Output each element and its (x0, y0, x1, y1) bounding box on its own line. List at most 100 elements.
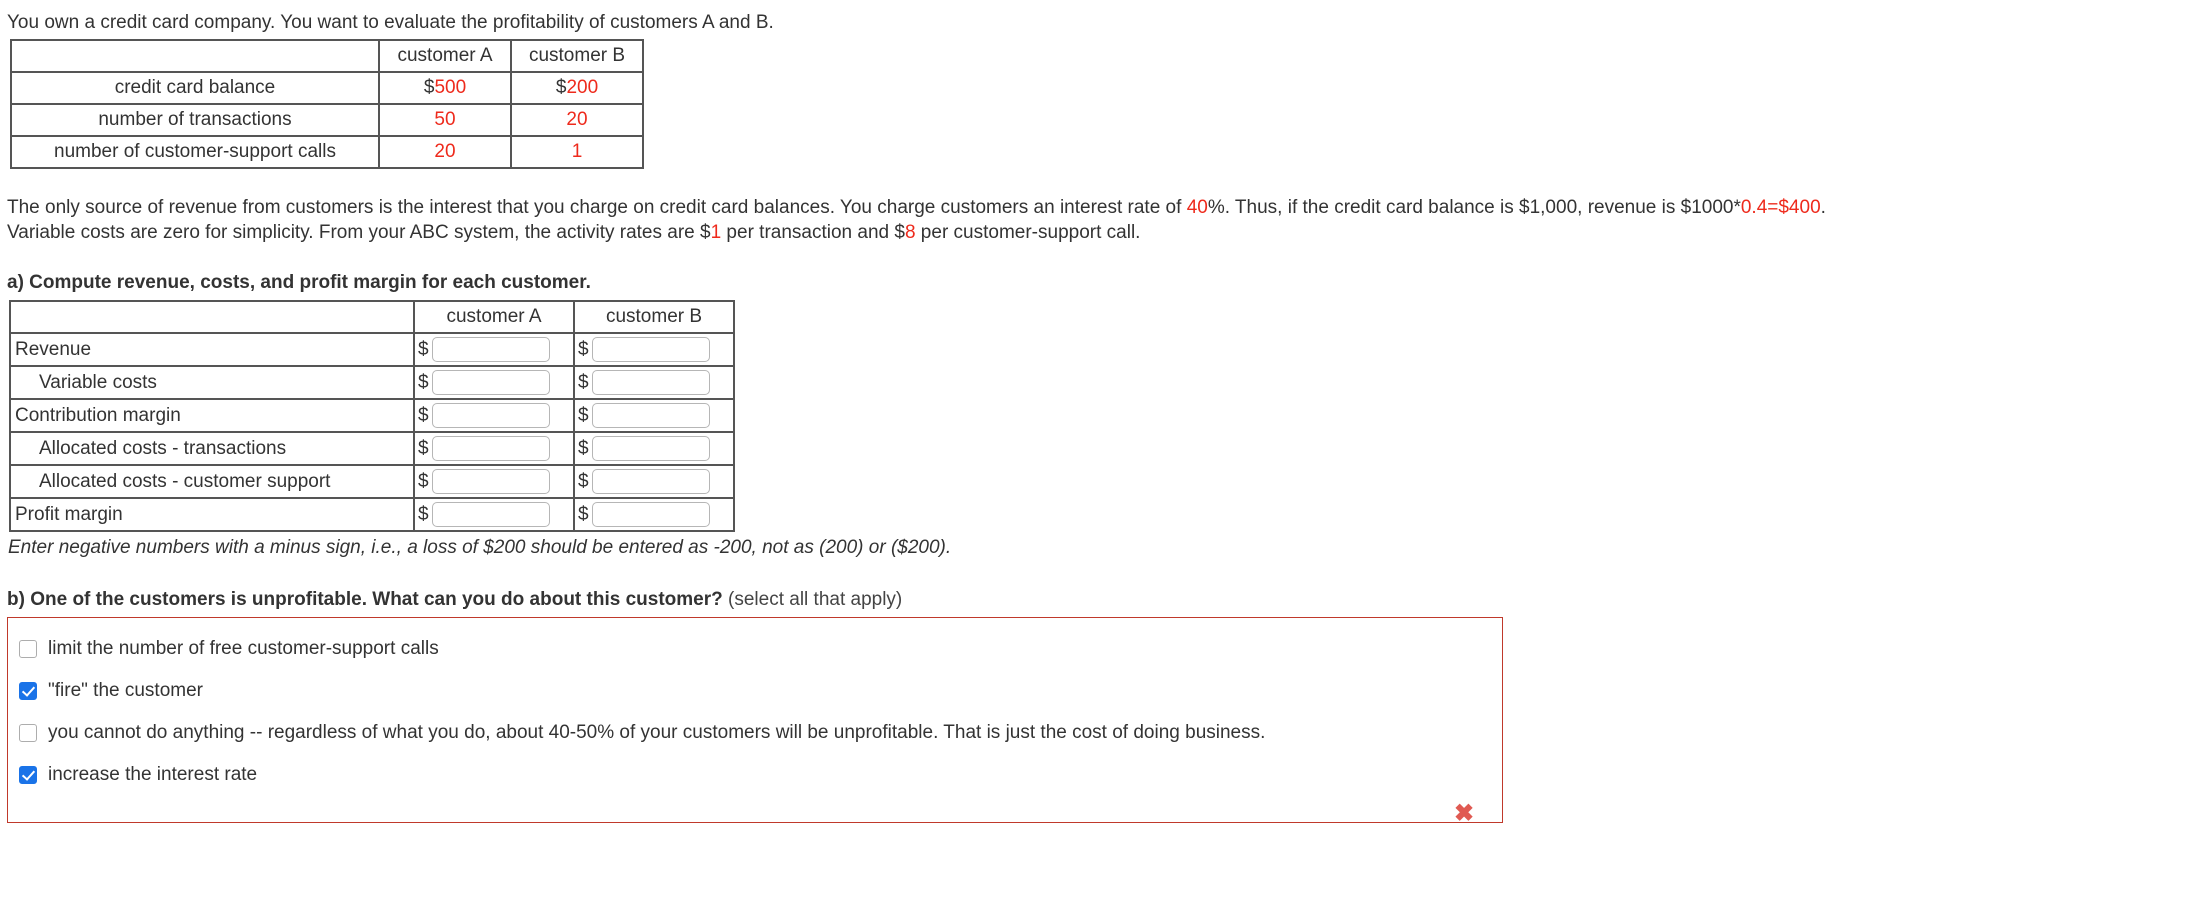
dollar-sign: $ (418, 405, 429, 426)
worksheet-page: You own a credit card company. You want … (0, 0, 2204, 827)
input-allocated-support-customer-b[interactable] (591, 469, 710, 494)
para-segment-2: %. Thus, if the credit card balance is $… (1207, 197, 1741, 218)
checkbox-fire-customer[interactable] (19, 682, 37, 700)
dollar-sign: $ (418, 372, 429, 393)
given-header-customer-b: customer B (511, 40, 643, 72)
negative-number-note: Enter negative numbers with a minus sign… (8, 537, 952, 558)
input-profit-margin-customer-b[interactable] (591, 502, 710, 527)
option-label-cannot-do-anything: you cannot do anything -- regardless of … (48, 722, 1266, 743)
input-contribution-margin-customer-b[interactable] (591, 403, 710, 428)
answer-cell-contribution-margin-b: $ (574, 399, 734, 432)
given-cell-transactions-a: 50 (379, 104, 511, 136)
value: 20 (566, 109, 588, 130)
transaction-rate-value: 1 (710, 222, 722, 243)
given-cell-support-calls-a: 20 (379, 136, 511, 168)
given-cell-transactions-b: 20 (511, 104, 643, 136)
answer-header-customer-a: customer A (414, 301, 574, 333)
question-a-heading: a) Compute revenue, costs, and profit ma… (7, 272, 591, 293)
dollar-sign: $ (578, 438, 589, 459)
incorrect-x-icon: ✖ (1453, 800, 1475, 827)
para-segment-5: per transaction and $ (721, 222, 905, 243)
input-variable-costs-customer-b[interactable] (591, 370, 710, 395)
value: 50 (434, 109, 456, 130)
answer-cell-revenue-b: $ (574, 333, 734, 366)
checkbox-limit-support-calls[interactable] (19, 640, 37, 658)
given-cell-balance-b: $200 (511, 72, 643, 104)
dollar-prefix: $ (423, 77, 435, 98)
given-cell-support-calls-b: 1 (511, 136, 643, 168)
answer-options-box: limit the number of free customer-suppor… (7, 617, 1503, 827)
option-row-limit-support-calls[interactable]: limit the number of free customer-suppor… (8, 628, 1502, 670)
answer-row-label-contribution-margin: Contribution margin (10, 399, 414, 432)
answer-header-blank (10, 301, 414, 333)
answer-cell-allocated-transactions-b: $ (574, 432, 734, 465)
answer-cell-profit-margin-a: $ (414, 498, 574, 531)
answer-header-customer-b: customer B (574, 301, 734, 333)
revenue-calculation: 0.4=$400 (1740, 197, 1821, 218)
table-row: number of customer-support calls 20 1 (11, 136, 643, 168)
table-header-row: customer A customer B (11, 40, 643, 72)
answer-row-label-allocated-customer-support: Allocated costs - customer support (10, 465, 414, 498)
given-cell-balance-a: $500 (379, 72, 511, 104)
question-b-subheading: (select all that apply) (728, 589, 903, 610)
table-row: Profit margin $ $ (10, 498, 734, 531)
dollar-sign: $ (418, 471, 429, 492)
answer-cell-contribution-margin-a: $ (414, 399, 574, 432)
value: 500 (434, 77, 467, 98)
value: 20 (434, 141, 456, 162)
option-label-limit-support-calls: limit the number of free customer-suppor… (48, 638, 439, 659)
checkbox-cannot-do-anything[interactable] (19, 724, 37, 742)
answer-cell-revenue-a: $ (414, 333, 574, 366)
answer-row-label-variable-costs: Variable costs (10, 366, 414, 399)
dollar-sign: $ (418, 504, 429, 525)
answer-cell-variable-costs-b: $ (574, 366, 734, 399)
option-row-fire-customer[interactable]: "fire" the customer (8, 670, 1502, 712)
input-contribution-margin-customer-a[interactable] (431, 403, 550, 428)
answer-row-label-profit-margin: Profit margin (10, 498, 414, 531)
option-row-increase-interest-rate[interactable]: increase the interest rate (8, 754, 1502, 796)
para-segment-6: per customer-support call. (915, 222, 1141, 243)
checkbox-increase-interest-rate[interactable] (19, 766, 37, 784)
dollar-sign: $ (578, 471, 589, 492)
answer-cell-allocated-support-b: $ (574, 465, 734, 498)
given-row-label-balance: credit card balance (11, 72, 379, 104)
table-row: Contribution margin $ $ (10, 399, 734, 432)
scenario-paragraph: The only source of revenue from customer… (7, 195, 2187, 245)
intro-text: You own a credit card company. You want … (7, 12, 774, 33)
answer-cell-variable-costs-a: $ (414, 366, 574, 399)
answer-row-label-allocated-transactions: Allocated costs - transactions (10, 432, 414, 465)
value: 1 (571, 141, 583, 162)
table-row: number of transactions 50 20 (11, 104, 643, 136)
answer-input-table: customer A customer B Revenue $ $ Variab… (9, 300, 735, 532)
dollar-sign: $ (578, 372, 589, 393)
input-revenue-customer-a[interactable] (431, 337, 550, 362)
value: 200 (566, 77, 599, 98)
para-segment-1: The only source of revenue from customer… (7, 197, 1187, 218)
para-segment-3: . (1820, 197, 1826, 218)
table-row: Allocated costs - transactions $ $ (10, 432, 734, 465)
dollar-sign: $ (578, 405, 589, 426)
given-data-table: customer A customer B credit card balanc… (10, 39, 644, 169)
support-rate-value: 8 (904, 222, 916, 243)
dollar-prefix: $ (555, 77, 567, 98)
table-row: Revenue $ $ (10, 333, 734, 366)
input-allocated-transactions-customer-a[interactable] (431, 436, 550, 461)
input-revenue-customer-b[interactable] (591, 337, 710, 362)
answer-cell-allocated-transactions-a: $ (414, 432, 574, 465)
given-row-label-support-calls: number of customer-support calls (11, 136, 379, 168)
para-segment-4: Variable costs are zero for simplicity. … (7, 222, 711, 243)
dollar-sign: $ (418, 339, 429, 360)
table-row: credit card balance $500 $200 (11, 72, 643, 104)
input-allocated-support-customer-a[interactable] (431, 469, 550, 494)
answer-cell-allocated-support-a: $ (414, 465, 574, 498)
question-b-heading: b) One of the customers is unprofitable.… (7, 589, 2204, 611)
input-allocated-transactions-customer-b[interactable] (591, 436, 710, 461)
option-row-cannot-do-anything[interactable]: you cannot do anything -- regardless of … (8, 712, 1502, 754)
answer-cell-profit-margin-b: $ (574, 498, 734, 531)
given-header-blank (11, 40, 379, 72)
input-profit-margin-customer-a[interactable] (431, 502, 550, 527)
given-row-label-transactions: number of transactions (11, 104, 379, 136)
input-variable-costs-customer-a[interactable] (431, 370, 550, 395)
interest-rate-value: 40 (1186, 197, 1208, 218)
question-b-heading-text: b) One of the customers is unprofitable.… (7, 589, 723, 610)
